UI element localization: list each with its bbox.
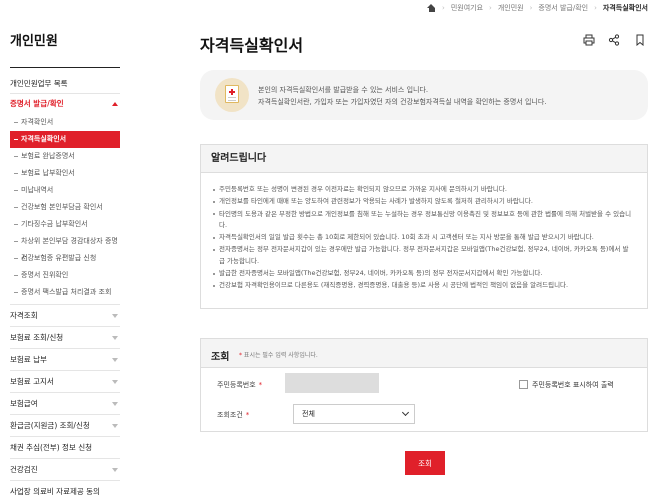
print-button[interactable]	[582, 33, 596, 47]
chevron-down-icon	[401, 408, 410, 417]
sidebar-subitem[interactable]: 기타징수금 납부확인서	[10, 216, 120, 233]
notice-item: 타인명의 도용과 같은 부정한 방법으로 개인정보를 침해 또는 누설하는 경우…	[213, 209, 633, 232]
sidebar-item[interactable]: 보험료 고지서	[10, 371, 120, 393]
show-id-checkbox[interactable]	[519, 380, 528, 389]
share-icon	[608, 34, 620, 46]
home-icon[interactable]	[427, 4, 436, 12]
query-form: 조회 * 표시는 필수 입력 사항입니다. 주민등록번호 * 주민등록번호 표시하…	[200, 338, 648, 432]
sidebar-item[interactable]: 채권 추심(전부) 정보 신청	[10, 437, 120, 459]
certificate-icon	[215, 78, 249, 112]
expand-icon	[112, 402, 118, 406]
sidebar-item[interactable]: 환급금(지원금) 조회/신청	[10, 415, 120, 437]
sidebar-item[interactable]: 자격조회	[10, 305, 120, 327]
bookmark-icon	[636, 34, 644, 46]
expand-icon	[112, 424, 118, 428]
id-label: 주민등록번호 *	[217, 381, 263, 389]
sidebar-subitem[interactable]: 미납내역서	[10, 182, 120, 199]
print-icon	[583, 34, 595, 46]
sidebar-subitem[interactable]: 증명서 진위확인	[10, 267, 120, 284]
breadcrumb: › 민원여기요 › 개인민원 › 증명서 발급/확인 › 자격득실확인서	[427, 3, 648, 13]
sidebar-subitem[interactable]: 증명서 팩스발급 처리결과 조회	[10, 284, 120, 305]
share-button[interactable]	[607, 33, 621, 47]
sidebar-item[interactable]: 건강검진	[10, 459, 120, 481]
expand-icon	[112, 358, 118, 362]
sidebar: 개인민원 개인민원업무 목록 증명서 발급/확인 자격확인서 자격득실확인서 보…	[0, 0, 122, 497]
intro-line: 본인의 자격득실확인서를 발급받을 수 있는 서비스 입니다.	[258, 86, 429, 94]
sidebar-menu: 개인민원업무 목록 증명서 발급/확인 자격확인서 자격득실확인서 보험료 완납…	[10, 74, 120, 497]
page-title: 자격득실확인서	[200, 36, 304, 55]
notice-item: 전자증명서는 정부 전자문서지갑이 있는 경우에만 발급 가능합니다. 정부 전…	[213, 244, 633, 267]
intro-text: 본인의 자격득실확인서를 발급받을 수 있는 서비스 입니다. 자격득실확인서란…	[258, 84, 547, 108]
submit-button[interactable]: 조회	[405, 451, 445, 475]
intro-box: 본인의 자격득실확인서를 발급받을 수 있는 서비스 입니다. 자격득실확인서란…	[200, 70, 648, 120]
sidebar-subitem[interactable]: 보험료 납부확인서	[10, 165, 120, 182]
notice-item: 건강보험 자격확인용이므로 다른용도 (재직증명용, 경력증명용, 대출용 등)…	[213, 280, 633, 291]
sidebar-subitem[interactable]: 차상위 본인부담 경감대상자 증명서	[10, 233, 120, 262]
query-title: 조회	[211, 352, 230, 363]
required-note: * 표시는 필수 입력 사항입니다.	[239, 352, 318, 359]
breadcrumb-item[interactable]: 민원여기요	[451, 3, 483, 13]
sidebar-divider	[10, 67, 120, 68]
notice-item: 발급한 전자증명서는 모바일앱(The건강보험, 정부24, 네이버, 카카오톡…	[213, 268, 633, 279]
notice-item: 개인정보를 타인에게 때매 또는 양도하여 관련정보가 악용되는 사례가 발생하…	[213, 196, 633, 207]
expand-icon	[112, 314, 118, 318]
sidebar-title: 개인민원	[10, 34, 58, 49]
condition-label: 조회조건 *	[217, 411, 250, 419]
breadcrumb-item[interactable]: 개인민원	[498, 3, 524, 13]
condition-select[interactable]: 전체	[293, 404, 415, 424]
notice-item: 주민등록번호 또는 성명이 변경된 경우 이전자료는 확인되지 않으므로 가까운…	[213, 184, 633, 195]
breadcrumb-item[interactable]: 증명서 발급/확인	[538, 3, 588, 13]
sidebar-subitem[interactable]: 건강보험 본인부담금 확인서	[10, 199, 120, 216]
notice-list: 주민등록번호 또는 성명이 변경된 경우 이전자료는 확인되지 않으므로 가까운…	[201, 173, 647, 292]
expand-icon	[112, 380, 118, 384]
sidebar-item[interactable]: 사업장 의료비 자료제공 동의	[10, 481, 120, 497]
expand-icon	[112, 336, 118, 340]
notice-box: 알려드립니다 주민등록번호 또는 성명이 변경된 경우 이전자료는 확인되지 않…	[200, 144, 648, 309]
sidebar-subitem[interactable]: 자격확인서	[10, 114, 120, 131]
expand-icon	[112, 468, 118, 472]
show-id-label[interactable]: 주민등록번호 표시하여 출력	[532, 380, 614, 390]
sidebar-item[interactable]: 보험료 납부	[10, 349, 120, 371]
breadcrumb-current: 자격득실확인서	[602, 4, 648, 12]
collapse-icon	[112, 102, 118, 106]
intro-line: 자격득실확인서란, 가입자 또는 가입자였던 자의 건강보험자격득실 내역을 확…	[258, 98, 547, 106]
query-header: 조회 * 표시는 필수 입력 사항입니다.	[201, 339, 647, 368]
sidebar-subitem[interactable]: 건강보험증 유편발급 신청	[10, 250, 120, 267]
notice-title: 알려드립니다	[201, 145, 647, 173]
bookmark-button[interactable]	[633, 33, 647, 47]
sidebar-subitem[interactable]: 보험료 완납증명서	[10, 148, 120, 165]
sidebar-subitem-active[interactable]: 자격득실확인서	[10, 131, 120, 148]
sidebar-item[interactable]: 보험료 조회/신청	[10, 327, 120, 349]
sidebar-item[interactable]: 보험급여	[10, 393, 120, 415]
id-number-input[interactable]	[285, 373, 379, 393]
sidebar-section-certificates[interactable]: 증명서 발급/확인	[10, 94, 120, 114]
notice-item: 자격득실확인서의 일일 발급 횟수는 총 10회로 제한되어 있습니다. 10회…	[213, 232, 633, 243]
sidebar-item-list[interactable]: 개인민원업무 목록	[10, 74, 120, 94]
